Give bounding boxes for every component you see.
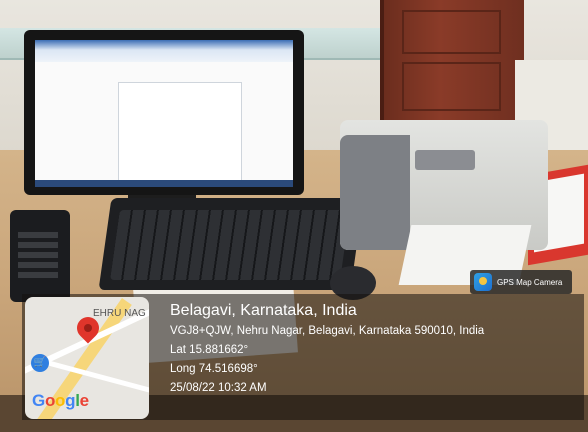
keyboard-keys xyxy=(110,210,350,280)
word-ribbon xyxy=(35,40,293,62)
place-title: Belagavi, Karnataka, India xyxy=(170,302,357,319)
shopping-cart-icon: 🛒 xyxy=(31,354,49,372)
gps-badge-label: GPS Map Camera xyxy=(497,277,563,287)
longitude: Long 74.516698° xyxy=(170,363,258,375)
printer-control-panel xyxy=(415,150,475,170)
timestamp: 25/08/22 10:32 AM xyxy=(170,382,267,394)
address-line: VGJ8+QJW, Nehru Nagar, Belagavi, Karnata… xyxy=(170,325,485,337)
gps-map-camera-icon xyxy=(474,273,492,291)
phone-keypad xyxy=(18,232,58,278)
location-info: Belagavi, Karnataka, India VGJ8+QJW, Neh… xyxy=(170,300,484,398)
map-area-label: EHRU NAG xyxy=(93,308,146,319)
printer-side xyxy=(340,135,410,250)
door-panel xyxy=(402,10,501,54)
map-thumbnail: EHRU NAG 🛒 Google xyxy=(25,297,149,419)
latitude: Lat 15.881662° xyxy=(170,344,249,356)
document-page xyxy=(118,82,242,184)
taskbar xyxy=(35,180,293,187)
gps-map-camera-badge: GPS Map Camera xyxy=(470,270,572,294)
door-panel xyxy=(402,62,501,111)
google-logo: Google xyxy=(32,391,89,410)
